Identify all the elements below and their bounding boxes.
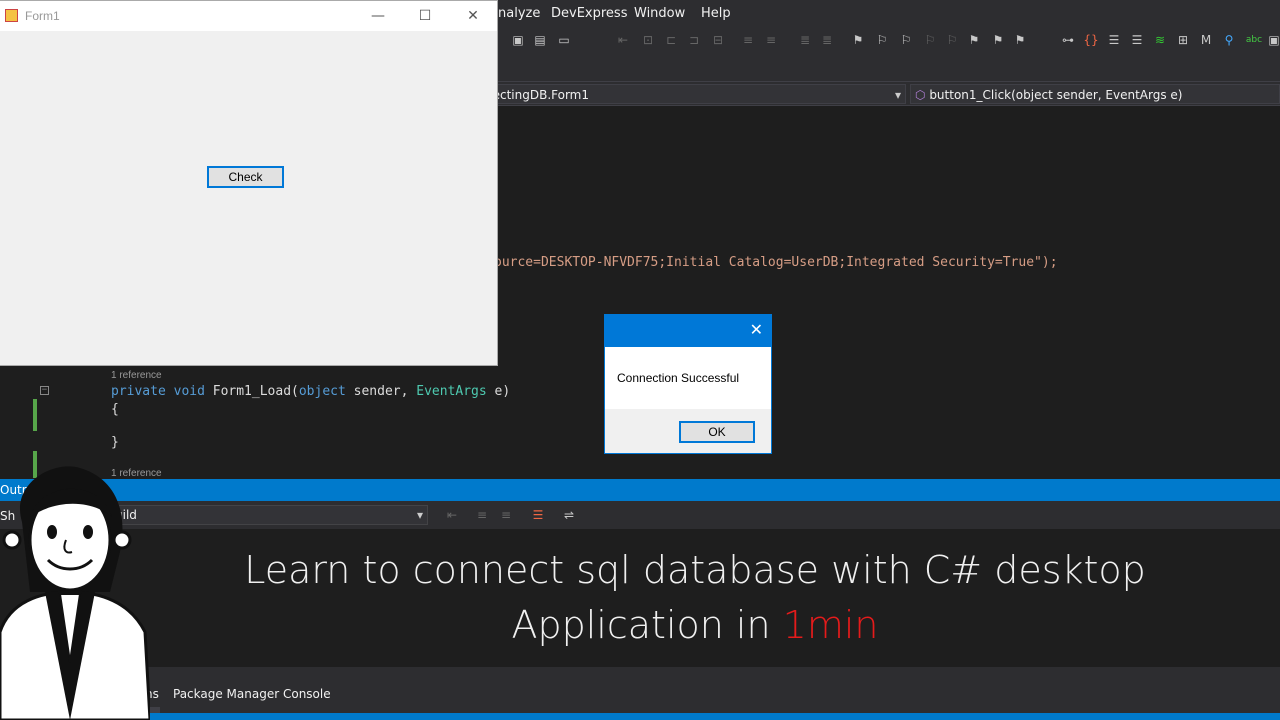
outdent-icon[interactable]: ≡: [763, 32, 779, 48]
bookmark-doc-icon[interactable]: ⚑: [966, 32, 982, 48]
location-icon[interactable]: ⚲: [1221, 32, 1237, 48]
overlay-highlight: 1min: [782, 603, 879, 647]
video-overlay-title: Learn to connect sql database with C# de…: [140, 543, 1250, 653]
tab-package-manager-console[interactable]: Package Manager Console: [173, 687, 331, 701]
toolbar-icon-link[interactable]: ⊶: [1060, 32, 1076, 48]
output-source-combo[interactable]: uild ▾: [110, 505, 428, 525]
method-name: Form1_Load(: [204, 384, 299, 399]
overlay-line-2: Application in 1min: [140, 598, 1250, 653]
toolbar-icon-3[interactable]: ▭: [556, 32, 572, 48]
indent-icon[interactable]: ≡: [740, 32, 756, 48]
close-brace: }: [111, 435, 119, 450]
chevron-down-icon: ▾: [416, 508, 423, 522]
form1-window: Form1 — ☐ ✕ Check: [0, 0, 498, 366]
uncomment-icon[interactable]: ≣: [819, 32, 835, 48]
menu-devexpress[interactable]: DevExpress: [551, 6, 627, 21]
form1-title: Form1: [25, 9, 60, 23]
menu-analyze[interactable]: nalyze: [498, 6, 540, 21]
spellcheck-icon[interactable]: abc: [1244, 32, 1264, 48]
bookmark-doc-next-icon[interactable]: ⚑: [990, 32, 1006, 48]
close-icon[interactable]: ✕: [750, 320, 763, 339]
status-bar: [0, 713, 1280, 720]
overlay-line-1: Learn to connect sql database with C# de…: [244, 548, 1146, 592]
bottom-tool-tabs: ns Package Manager Console: [0, 687, 1280, 713]
toolbar-icon-6[interactable]: ⊏: [663, 32, 679, 48]
next-bookmark-icon[interactable]: ⚐: [898, 32, 914, 48]
chevron-down-icon: ▾: [894, 88, 901, 102]
goto-prev-icon[interactable]: ⇤: [444, 507, 460, 523]
list-icon[interactable]: ☰: [1106, 32, 1122, 48]
word-wrap-icon[interactable]: ⇌: [561, 507, 577, 523]
class-selector-label: nectingDB.Form1: [485, 88, 589, 102]
bookmark-icon[interactable]: ⚑: [850, 32, 866, 48]
brace-icon[interactable]: {}: [1083, 32, 1099, 48]
codelens-reference[interactable]: 1 reference: [111, 370, 162, 381]
menu-window[interactable]: Window: [634, 6, 685, 21]
toolbar-icon-7[interactable]: ⊐: [686, 32, 702, 48]
prev-bookmark-icon[interactable]: ⚐: [874, 32, 890, 48]
open-brace: {: [111, 402, 119, 417]
form1-titlebar: Form1 — ☐ ✕: [0, 1, 497, 31]
type-eventargs: EventArgs: [416, 384, 487, 399]
clear-bookmarks-icon[interactable]: ⚑: [1012, 32, 1028, 48]
toolbar-icon-4[interactable]: ⇤: [615, 32, 631, 48]
output-pane-header[interactable]: Outp: [0, 479, 1280, 501]
collapse-icon[interactable]: −: [40, 386, 49, 395]
message-box: ✕ Connection Successful OK: [604, 314, 772, 454]
folder-bookmark-icon[interactable]: ⚐: [922, 32, 938, 48]
maximize-icon[interactable]: ☐: [415, 6, 435, 26]
list-icon-2[interactable]: ☰: [1129, 32, 1145, 48]
keyword-private-void: private void: [111, 384, 205, 399]
clear-all-icon[interactable]: ☰: [530, 507, 546, 523]
message-text: Connection Successful: [617, 371, 740, 385]
overlay-line-2-prefix: Application in: [511, 603, 783, 647]
folder-bookmark-next-icon[interactable]: ⚐: [944, 32, 960, 48]
param-sender: sender,: [345, 384, 417, 399]
toolbar-icon-last[interactable]: ▣: [1266, 32, 1280, 48]
param-e: e): [486, 384, 511, 399]
change-marker: [33, 399, 37, 431]
ok-button[interactable]: OK: [679, 421, 755, 443]
class-selector[interactable]: nectingDB.Form1 ▾: [480, 84, 906, 104]
check-button[interactable]: Check: [207, 166, 284, 188]
toolbar-icon-2[interactable]: ▤: [532, 32, 548, 48]
connection-string-line: ource=DESKTOP-NFVDF75;Initial Catalog=Us…: [494, 255, 1058, 270]
close-icon[interactable]: ✕: [463, 6, 483, 26]
method-signature-line: private void Form1_Load(object sender, E…: [111, 384, 510, 399]
presenter-avatar: [0, 466, 150, 720]
member-selector-label: button1_Click(object sender, EventArgs e…: [929, 88, 1183, 102]
bottom-strip: [0, 667, 1280, 687]
toolbar-icon-m[interactable]: M: [1198, 32, 1214, 48]
goto-last-icon[interactable]: ≡: [498, 507, 514, 523]
toolbar-icon-green[interactable]: ≋: [1152, 32, 1168, 48]
toolbar-icon-1[interactable]: ▣: [510, 32, 526, 48]
toolbar-icon-db[interactable]: ⊞: [1175, 32, 1191, 48]
app-icon: [5, 9, 18, 22]
member-selector[interactable]: ⬡ button1_Click(object sender, EventArgs…: [910, 84, 1280, 104]
toolbar-icon-5[interactable]: ⊡: [640, 32, 656, 48]
goto-next-icon[interactable]: ≡: [474, 507, 490, 523]
keyword-object: object: [298, 384, 346, 399]
message-box-titlebar: ✕: [605, 315, 771, 347]
menu-help[interactable]: Help: [701, 6, 731, 21]
toolbar-icon-8[interactable]: ⊟: [710, 32, 726, 48]
message-box-footer: OK: [605, 409, 771, 453]
method-icon: ⬡: [915, 88, 926, 102]
minimize-icon[interactable]: —: [368, 6, 388, 26]
comment-icon[interactable]: ≣: [797, 32, 813, 48]
